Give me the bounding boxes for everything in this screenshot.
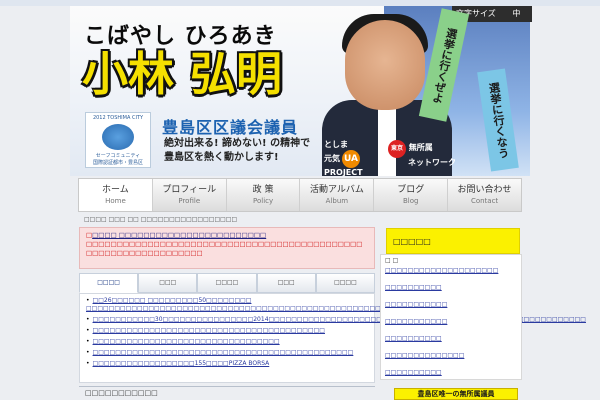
badge-line: セーフコミュニティ (95, 153, 141, 159)
tokyo-badge-icon: 東京 (388, 140, 406, 158)
tab-4[interactable]: □□□ (256, 273, 316, 293)
name-title[interactable]: 小林 弘明 (82, 44, 282, 104)
ua-icon: UA (342, 150, 360, 168)
nav-label: プロフィール (162, 185, 217, 195)
bullet: • (86, 297, 90, 304)
news-list: • □□26□□□□□□ □□□□□□□□□50□□□□□□□□ □□□□□□□□… (79, 293, 586, 383)
nav-profile[interactable]: プロフィール Profile (153, 179, 227, 211)
font-size-medium-button[interactable]: 中 (512, 6, 520, 22)
bullet: • (86, 316, 90, 323)
sidebar-link[interactable]: □□□□□□□□□□□□□□□□□□□□ (385, 267, 517, 275)
nav-label: 活動アルバム (309, 185, 364, 195)
council-title: 豊島区区議会議員 (162, 118, 299, 137)
portrait-face (345, 20, 425, 110)
nav-label: 政 策 (252, 185, 274, 195)
nav-sublabel: Contact (470, 197, 499, 205)
main-nav: ホーム Home プロフィール Profile 政 策 Policy 活動アルバ… (78, 178, 522, 212)
nav-sublabel: Profile (178, 197, 201, 205)
network-line: 無所属 (408, 143, 433, 152)
independent-banner[interactable]: 豊島区唯一の無所属議員 (394, 388, 518, 400)
list-item: • □□26□□□□□□ □□□□□□□□□50□□□□□□□□ □□□□□□□□… (86, 297, 483, 313)
safe-community-logo-icon (102, 124, 134, 150)
nav-sublabel: Home (105, 197, 126, 205)
genki-project-logo[interactable]: としま 元気 UA PROJECT (324, 140, 384, 177)
news-link[interactable]: □□□□□□□□□□□□□□□□□□155□□□□PIZZA BORSA (93, 360, 270, 367)
list-item: • □□□□□□□□□□□30□□□□□□□□□□□□□□□□2014□□□□□□… (86, 316, 586, 324)
nav-album[interactable]: 活動アルバム Album (300, 179, 375, 211)
notice-link[interactable]: □□□□ □□□□□□□□□□□□□□□□□□□□□□□□ (92, 231, 266, 239)
sidebar-head: □ □ (385, 257, 399, 264)
nav-sublabel: Policy (253, 197, 274, 205)
network-line: ネットワーク (408, 158, 456, 167)
nav-contact[interactable]: お問い合わせ Contact (448, 179, 521, 211)
sidebar-link[interactable]: □□□□□□□□□□□□□□ (385, 352, 517, 360)
bullet: • (86, 327, 90, 334)
slogan: 絶対出来る! 諦めない! の精神で 豊島区を熱く動かします! (164, 137, 310, 165)
nav-blog[interactable]: ブログ Blog (374, 179, 449, 211)
news-link[interactable]: □□□□□□□□□□□□□□□□□□□□□□□□□□□□□□□□□ (93, 338, 280, 345)
sidebar-link[interactable]: □□□□□□□□□□ (385, 369, 517, 377)
notice-line: □□□□□□□□□□□□□□□□□□□ (86, 249, 203, 257)
list-item: • □□□□□□□□□□□□□□□□□□□□□□□□□□□□□□□□□ (86, 338, 368, 346)
nav-sublabel: Album (325, 197, 349, 205)
sidebar-link[interactable]: □□□□□□□□□□□ (385, 318, 517, 326)
news-link[interactable]: □□□□□□□□□□□□□□□□□□□□□□□□□□□□□□□□□□□□□□□□… (93, 349, 354, 356)
nav-label: ホーム (102, 185, 129, 195)
slogan-line: 豊島区を熱く動かします! (164, 152, 279, 163)
tab-news[interactable]: □□□□ (79, 273, 139, 293)
list-item: • □□□□□□□□□□□□□□□□□□□□□□□□□□□□□□□□□□□□□□□… (86, 349, 368, 357)
safe-community-badge[interactable]: 2012 TOSHIMA CITY セーフコミュニティ 国際認証都市・豊島区 (85, 112, 151, 168)
nav-label: お問い合わせ (457, 185, 512, 195)
project-line: 元気 (324, 154, 340, 163)
news-link[interactable]: □□□□□□□□□□□□□□□□□□□□□□□□□□□□□□□□□□□□□□□□… (93, 327, 325, 334)
sidebar-title: □□□□□ (386, 228, 520, 254)
tab-2[interactable]: □□□ (138, 273, 198, 293)
list-item: • □□□□□□□□□□□□□□□□□□155□□□□PIZZA BORSA (86, 360, 368, 368)
news-tabs: □□□□ □□□ □□□□ □□□ □□□□ (79, 273, 376, 293)
sidebar-link[interactable]: □□□□□□□□□□□ (385, 301, 517, 309)
list-item: • □□□□□□□□□□□□□□□□□□□□□□□□□□□□□□□□□□□□□□□… (86, 327, 368, 335)
badge-line: 国際認証都市・豊島区 (92, 160, 143, 166)
notice-box: □□□□□ □□□□□□□□□□□□□□□□□□□□□□□□ □□□□□□□□□… (79, 227, 375, 269)
project-line: PROJECT (324, 168, 363, 177)
nav-home[interactable]: ホーム Home (79, 179, 153, 211)
project-line: としま (324, 140, 348, 149)
nav-policy[interactable]: 政 策 Policy (227, 179, 301, 211)
tab-3[interactable]: □□□□ (197, 273, 257, 293)
slogan-line: 絶対出来る! 諦めない! の精神で (164, 138, 311, 149)
bullet: • (86, 349, 90, 356)
breadcrumb: □□□□ □□□ □□ □□□□□□□□□□□□□□□□□ (84, 216, 238, 223)
badge-top: 2012 TOSHIMA CITY (92, 115, 144, 121)
sidebar-link[interactable]: □□□□□□□□□□ (385, 284, 517, 292)
sidebar-list: □ □ □□□□□□□□□□□□□□□□□□□□ □□□□□□□□□□ □□□□… (380, 254, 522, 380)
section-footer: □□□□□□□□□□□ (79, 386, 375, 400)
bullet: • (86, 360, 90, 367)
bullet: • (86, 338, 90, 345)
tab-5[interactable]: □□□□ (315, 273, 376, 293)
network-logo[interactable]: 東京 無所属 ネットワーク (388, 140, 458, 170)
nav-label: ブログ (397, 185, 425, 195)
nav-sublabel: Blog (402, 197, 419, 205)
sidebar-link[interactable]: □□□□□□□□□□ (385, 335, 517, 343)
notice-line: □□□□□□□□□□□□□□□□□□□□□□□□□□□□□□□□□□□□□□□□… (86, 240, 363, 248)
